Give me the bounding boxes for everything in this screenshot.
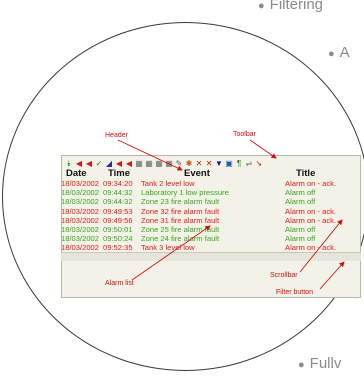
grid-icon[interactable]: ▦ (155, 159, 163, 168)
row-time: 09:44:32 (103, 197, 133, 207)
row-event: Zone 25 fire alarm fault (141, 225, 220, 234)
row-date: 18/03/2002 (61, 234, 100, 244)
column-header-event[interactable]: Event (184, 168, 210, 179)
annotation-toolbar: Toolbar (233, 131, 256, 138)
row-date: 18/03/2002 (61, 215, 100, 225)
row-title: Alarm off (285, 197, 316, 207)
bullet-a-text: A (339, 44, 350, 61)
filter-icon[interactable]: ▼ (215, 159, 223, 168)
alarm-filter-icon[interactable]: ◢ (105, 159, 113, 168)
bullet-dot: ● (298, 359, 305, 371)
bullet-filtering-text: Filtering (269, 0, 324, 13)
row-title: Alarm off (285, 234, 316, 244)
double-chevron-down-icon[interactable]: ⯯ (65, 159, 73, 168)
row-time: 09:34:20 (103, 179, 133, 188)
bullet-a: ● A (328, 44, 350, 61)
annotation-filter-button: Filter button (276, 289, 313, 296)
row-event: Laboratory 1 low pressure (141, 188, 229, 198)
annotation-scrollbar: Scrollbar (270, 272, 298, 279)
cross-icon[interactable]: ✕ (205, 159, 213, 168)
link-icon[interactable]: ⇌ (245, 159, 253, 168)
row-time: 09:50:24 (103, 234, 133, 244)
alarm-mute-icon[interactable]: ◀ (125, 159, 133, 168)
row-event: Zone 23 fire alarm fault (141, 197, 220, 207)
row-date: 18/03/2002 (61, 197, 100, 207)
alarm-bell-icon[interactable]: ◀ (75, 159, 83, 168)
row-title: Alarm on - ack. (285, 215, 337, 225)
row-date: 18/03/2002 (61, 179, 100, 188)
alarm-check-icon[interactable]: ✓ (95, 159, 103, 168)
row-title: Alarm off (285, 188, 316, 198)
bullet-fully-text: Fullv (309, 355, 342, 372)
row-date: 18/03/2002 (61, 206, 100, 216)
image-icon[interactable]: ▣ (225, 159, 233, 168)
row-title: Alarm on - ack. (285, 206, 337, 216)
row-time: 09:49:53 (103, 206, 133, 216)
horizontal-scrollbar[interactable] (61, 252, 361, 261)
bullet-dot: ● (258, 0, 265, 12)
row-date: 18/03/2002 (61, 225, 100, 234)
row-event: Zone 32 fire alarm fault (141, 206, 220, 216)
annotation-header: Header (105, 132, 128, 139)
text-icon[interactable]: ¶ (235, 159, 243, 168)
row-title: Alarm off (285, 225, 316, 234)
grid-icon[interactable]: ▦ (135, 159, 143, 168)
toolbar: ⯯ ◀ ◀ ✓ ◢ ◀ ◀ ▦ ▦ ▦ ▦ ✎ ✱ ✕ ✕ ▼ ▣ ¶ ⇌ ➘ (65, 157, 263, 169)
row-time: 09:50:01 (103, 225, 133, 234)
wrench-icon[interactable]: ✎ (175, 159, 183, 168)
row-title: Alarm on - ack. (285, 179, 337, 188)
row-date: 18/03/2002 (61, 188, 100, 198)
cross-icon[interactable]: ✕ (195, 159, 203, 168)
tools-icon[interactable]: ✱ (185, 159, 193, 168)
column-header-time[interactable]: Time (108, 168, 130, 179)
grid-icon[interactable]: ▦ (165, 159, 173, 168)
row-event: Zone 31 fire alarm fault (141, 215, 220, 225)
bullet-filtering: ● Filtering (258, 0, 323, 13)
alarm-bell-icon[interactable]: ◀ (85, 159, 93, 168)
column-header-title[interactable]: Title (296, 168, 315, 179)
arrow-icon[interactable]: ➘ (255, 159, 263, 168)
column-header-date[interactable]: Date (66, 168, 87, 179)
bullet-dot: ● (328, 48, 335, 60)
bullet-fully: ● Fullv (298, 355, 341, 372)
grid-icon[interactable]: ▦ (145, 159, 153, 168)
row-time: 09:44:32 (103, 188, 133, 198)
row-event: Zone 24 fire alarm fault (141, 234, 220, 244)
annotation-alarm-list: Alarm list (105, 280, 134, 287)
row-time: 09:49:56 (103, 215, 133, 225)
alarm-bell-icon[interactable]: ◀ (115, 159, 123, 168)
row-event: Tank 2 level low (141, 179, 195, 188)
